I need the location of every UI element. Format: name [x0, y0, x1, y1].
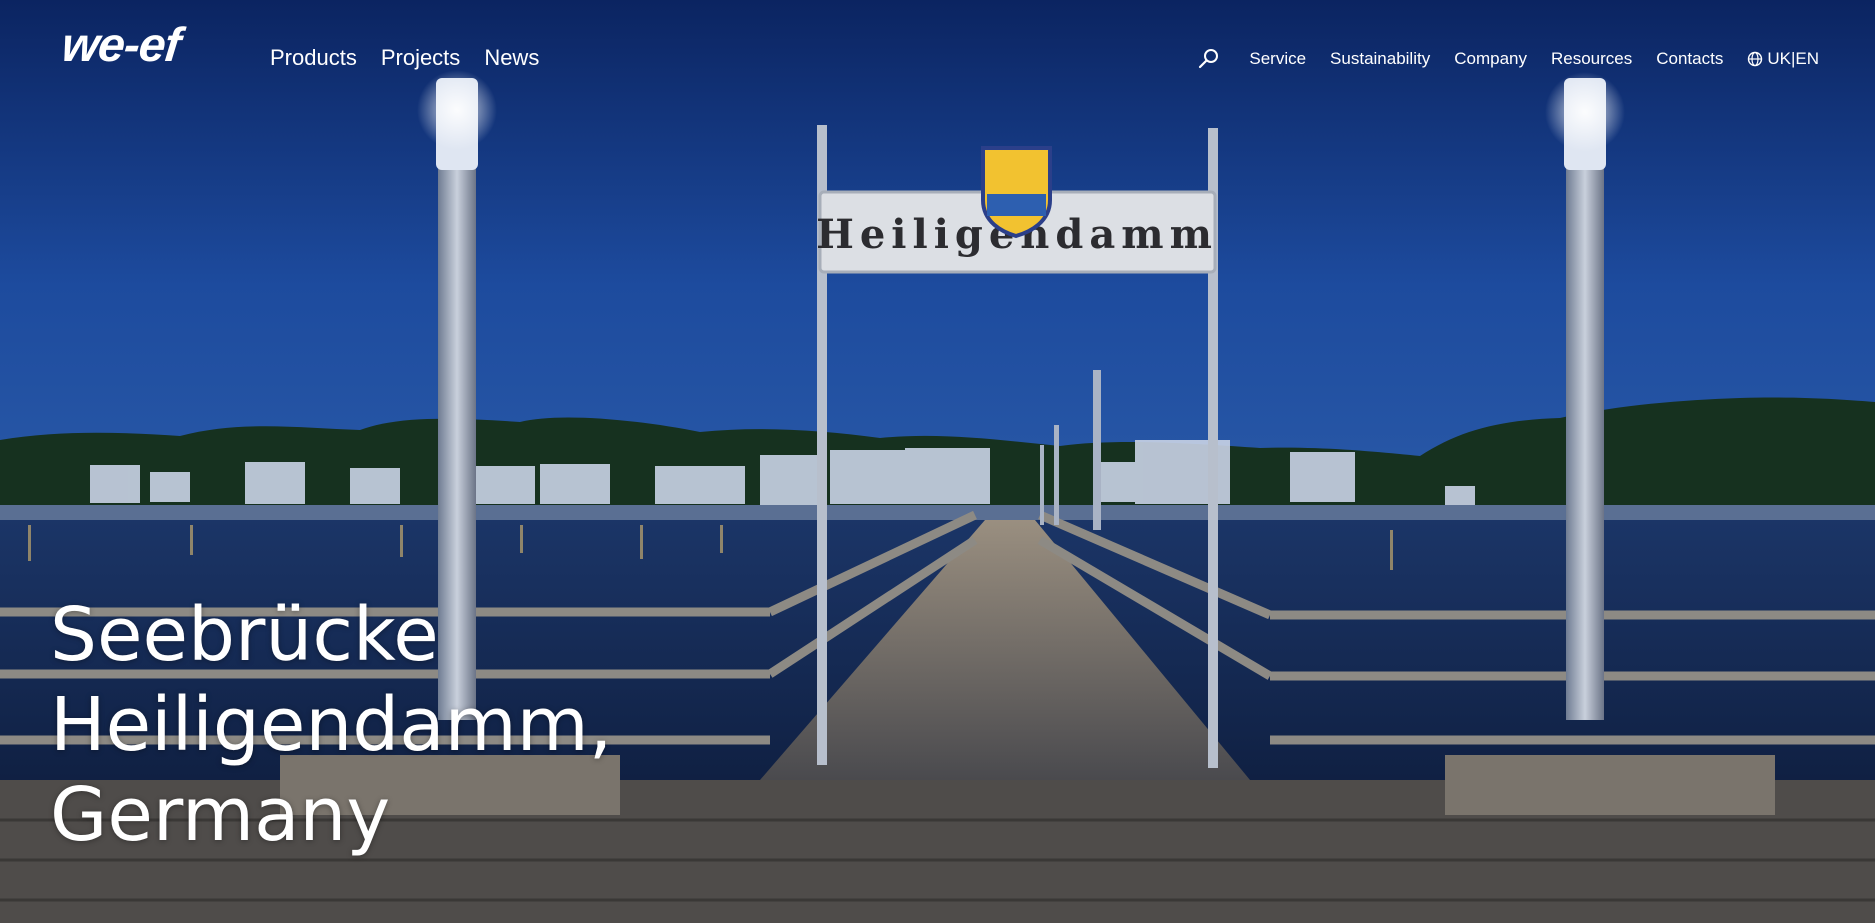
hero-title-line-2: Heiligendamm,	[50, 682, 613, 768]
nav-service[interactable]: Service	[1249, 46, 1306, 72]
hero-section: Heiligendamm we-ef Products Projects New…	[0, 0, 1875, 923]
globe-icon	[1748, 51, 1763, 67]
nav-products[interactable]: Products	[270, 44, 357, 72]
nav-company[interactable]: Company	[1454, 46, 1527, 72]
hero-title-line-3: Germany	[50, 772, 391, 858]
language-label: UK|EN	[1767, 49, 1819, 68]
hero-title-line-1: Seebrücke	[50, 592, 439, 678]
we-ef-logo[interactable]: we-ef	[59, 18, 183, 74]
hero-title: Seebrücke Heiligendamm, Germany	[50, 590, 612, 860]
search-icon[interactable]	[1197, 47, 1221, 71]
nav-sustainability[interactable]: Sustainability	[1330, 46, 1430, 72]
nav-resources[interactable]: Resources	[1551, 46, 1632, 72]
coat-of-arms	[981, 146, 1052, 239]
bench-right	[1445, 755, 1775, 815]
secondary-nav: Service Sustainability Company Resources…	[1197, 46, 1819, 72]
nav-news[interactable]: News	[484, 44, 539, 72]
nav-projects[interactable]: Projects	[381, 44, 460, 72]
primary-nav: Products Projects News	[270, 44, 539, 72]
nav-contacts[interactable]: Contacts	[1656, 46, 1723, 72]
language-selector[interactable]: UK|EN	[1747, 49, 1819, 69]
